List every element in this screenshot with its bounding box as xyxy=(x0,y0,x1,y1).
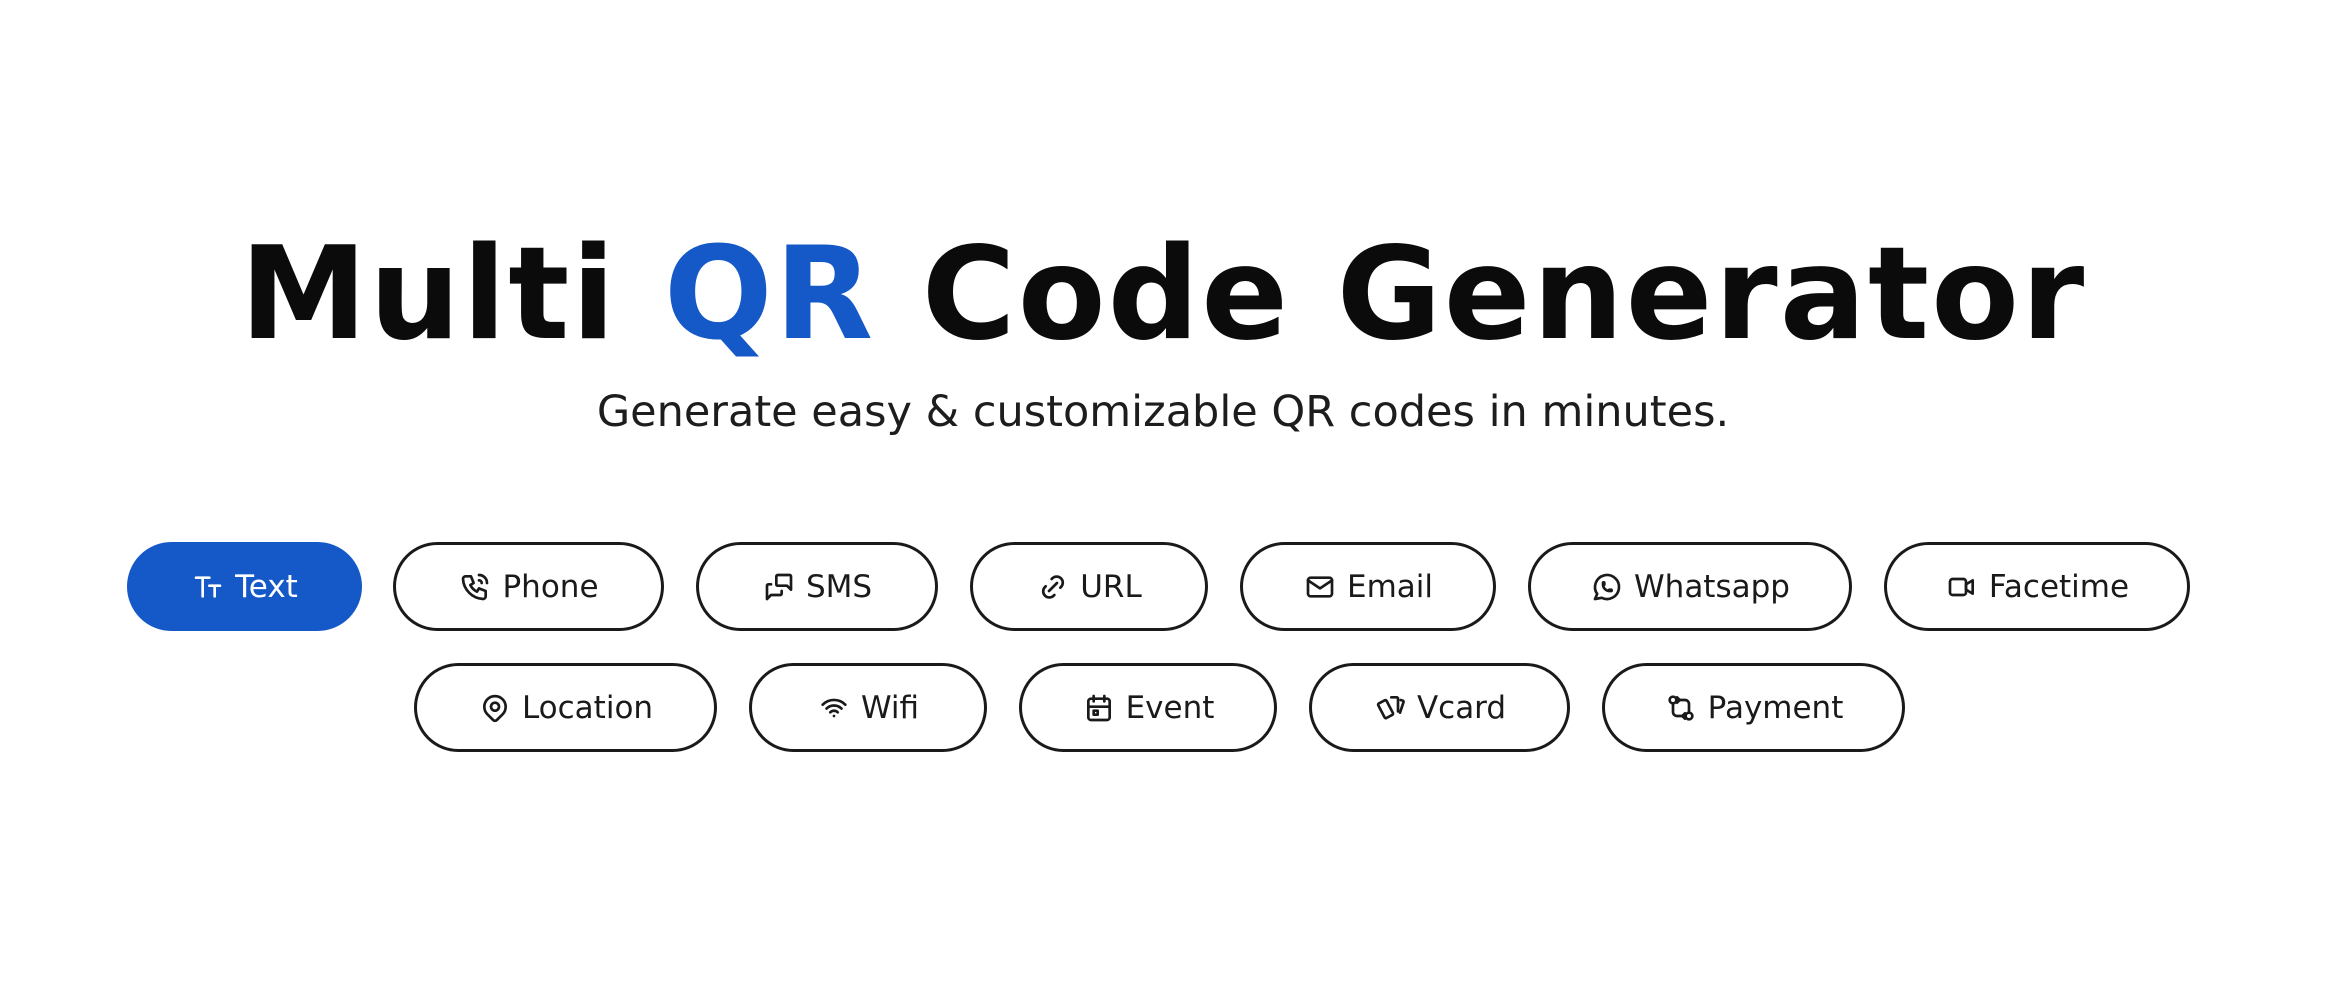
type-button-email[interactable]: Email xyxy=(1240,542,1496,631)
messages-icon xyxy=(762,570,796,604)
title-part-1: Multi xyxy=(239,220,664,369)
type-label: Phone xyxy=(502,568,599,605)
type-label: Whatsapp xyxy=(1634,568,1790,605)
type-label: Wifi xyxy=(860,689,920,726)
title-part-2: Code Generator xyxy=(875,220,2087,369)
type-button-whatsapp[interactable]: Whatsapp xyxy=(1528,542,1852,631)
link-icon xyxy=(1036,570,1070,604)
page: Multi QR Code Generator Generate easy & … xyxy=(0,0,2326,1004)
type-button-payment[interactable]: Payment xyxy=(1602,663,1905,752)
type-label: Vcard xyxy=(1416,689,1507,726)
type-label: Facetime xyxy=(1988,568,2130,605)
type-label: Location xyxy=(521,689,654,726)
page-subtitle: Generate easy & customizable QR codes in… xyxy=(596,387,1730,437)
whatsapp-icon xyxy=(1590,570,1624,604)
type-button-text[interactable]: Text xyxy=(127,542,362,631)
type-button-wifi[interactable]: Wifi xyxy=(749,663,987,752)
video-icon xyxy=(1945,570,1979,604)
type-button-url[interactable]: URL xyxy=(970,542,1208,631)
page-title: Multi QR Code Generator xyxy=(0,220,2326,370)
cards-icon xyxy=(1373,691,1407,725)
type-label: Email xyxy=(1346,568,1433,605)
wifi-icon xyxy=(817,691,851,725)
type-label: Text xyxy=(235,568,298,605)
type-label: Event xyxy=(1125,689,1215,726)
type-label: URL xyxy=(1080,568,1142,605)
type-button-sms[interactable]: SMS xyxy=(696,542,938,631)
calendar-icon xyxy=(1082,691,1116,725)
type-button-location[interactable]: Location xyxy=(414,663,717,752)
mail-icon xyxy=(1303,570,1337,604)
payment-flow-icon xyxy=(1664,691,1698,725)
map-pin-icon xyxy=(478,691,512,725)
type-button-facetime[interactable]: Facetime xyxy=(1884,542,2190,631)
text-type-icon xyxy=(191,570,225,604)
type-button-vcard[interactable]: Vcard xyxy=(1309,663,1570,752)
type-label: Payment xyxy=(1707,689,1844,726)
type-label: SMS xyxy=(805,568,873,605)
title-accent: QR xyxy=(663,220,876,369)
type-button-phone[interactable]: Phone xyxy=(393,542,664,631)
phone-icon xyxy=(458,570,492,604)
type-button-event[interactable]: Event xyxy=(1019,663,1277,752)
